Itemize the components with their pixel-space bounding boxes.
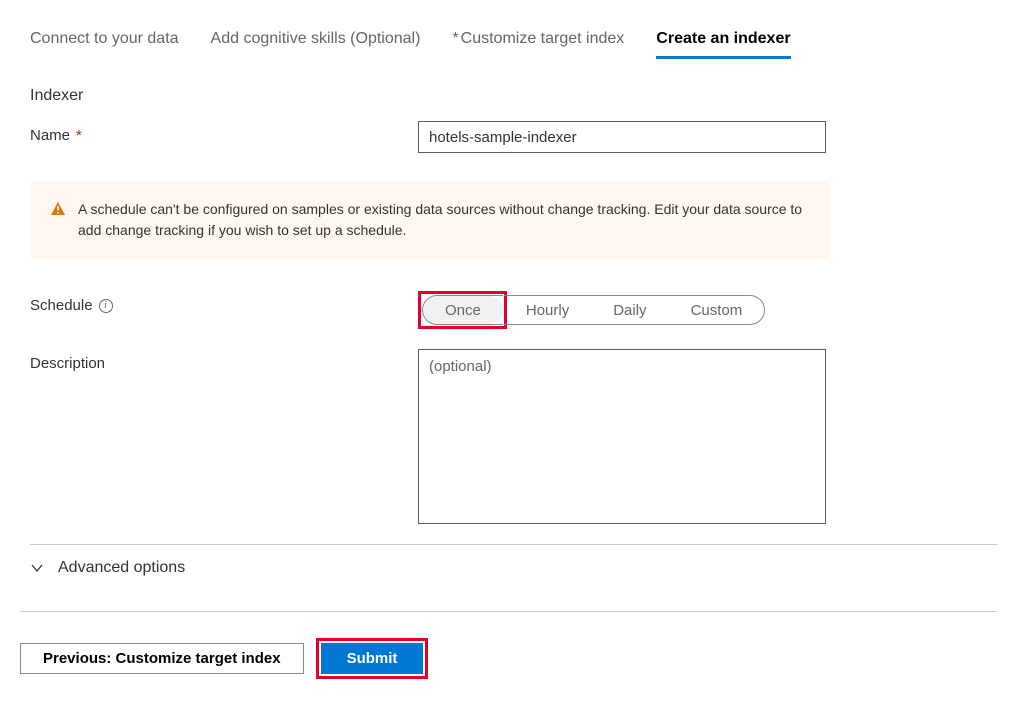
- banner-text: A schedule can't be configured on sample…: [78, 199, 810, 241]
- warning-icon: [50, 201, 66, 217]
- required-icon: *: [76, 127, 82, 144]
- highlight-submit: Submit: [316, 638, 429, 679]
- submit-button[interactable]: Submit: [321, 643, 424, 674]
- previous-button[interactable]: Previous: Customize target index: [20, 643, 304, 674]
- schedule-option-daily[interactable]: Daily: [591, 296, 668, 324]
- tab-label: Customize target index: [461, 30, 625, 47]
- tab-label: Add cognitive skills (Optional): [211, 30, 421, 47]
- row-schedule: Schedule i Once Hourly Daily Custom: [30, 291, 997, 329]
- label-name: Name *: [30, 121, 418, 144]
- label-text: Name: [30, 127, 70, 144]
- tab-cognitive-skills[interactable]: Add cognitive skills (Optional): [211, 30, 421, 59]
- tab-create-indexer[interactable]: Create an indexer: [656, 30, 790, 59]
- chevron-down-icon: [30, 561, 44, 575]
- tab-customize-index[interactable]: *Customize target index: [452, 30, 624, 59]
- tab-label: Create an indexer: [656, 30, 790, 47]
- label-description: Description: [30, 349, 418, 372]
- label-schedule: Schedule i: [30, 291, 418, 314]
- schedule-option-custom[interactable]: Custom: [669, 296, 765, 324]
- advanced-options-toggle[interactable]: Advanced options: [30, 559, 997, 577]
- description-textarea[interactable]: [418, 349, 826, 524]
- row-description: Description: [30, 349, 997, 524]
- highlight-once: Once: [418, 291, 507, 329]
- section-title: Indexer: [30, 87, 997, 105]
- info-banner: A schedule can't be configured on sample…: [30, 181, 830, 259]
- schedule-option-once[interactable]: Once: [423, 296, 503, 324]
- row-name: Name *: [30, 121, 997, 153]
- footer: Previous: Customize target index Submit: [20, 611, 997, 699]
- advanced-section: Advanced options: [30, 544, 997, 591]
- tab-label: Connect to your data: [30, 30, 179, 47]
- info-icon[interactable]: i: [99, 299, 113, 313]
- tab-connect-data[interactable]: Connect to your data: [30, 30, 179, 59]
- advanced-label: Advanced options: [58, 559, 185, 577]
- label-text: Schedule: [30, 297, 93, 314]
- asterisk-icon: *: [452, 30, 458, 47]
- wizard-tabs: Connect to your data Add cognitive skill…: [30, 30, 997, 59]
- label-text: Description: [30, 355, 105, 372]
- name-input[interactable]: [418, 121, 826, 153]
- schedule-option-hourly[interactable]: Hourly: [504, 296, 591, 324]
